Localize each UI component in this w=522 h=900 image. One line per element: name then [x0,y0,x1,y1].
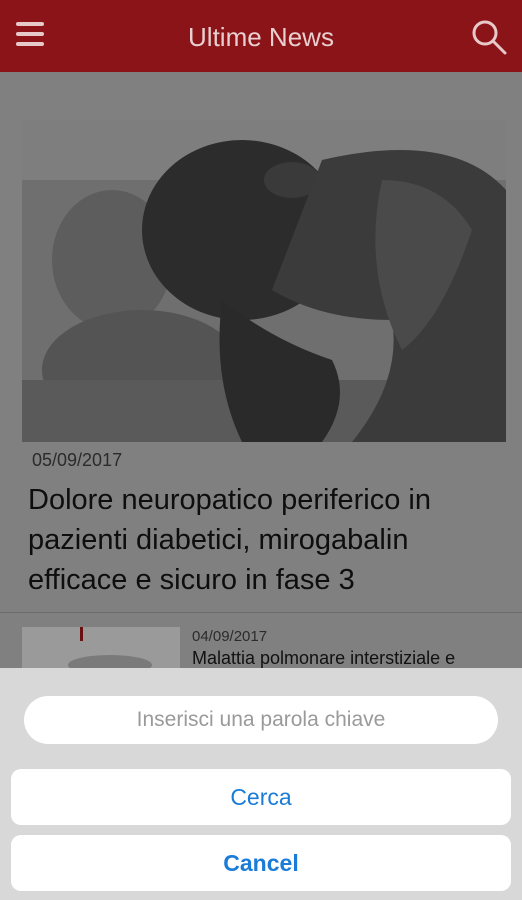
list-item-title[interactable]: Malattia polmonare interstiziale e [192,648,455,669]
article-date: 05/09/2017 [32,450,123,470]
hero-article-image[interactable] [22,120,506,442]
search-icon[interactable] [470,18,508,56]
list-item-thumbnail[interactable] [22,627,180,669]
top-app-bar: Ultime News [0,0,522,72]
list-item-date: 04/09/2017 [192,628,268,645]
cancel-button[interactable]: Cancel [11,835,511,891]
search-button[interactable]: Cerca [11,769,511,825]
search-input[interactable] [24,696,498,744]
divider [0,612,522,613]
article-title[interactable]: Dolore neuropatico periferico in pazient… [28,480,498,600]
page-title: Ultime News [188,22,334,52]
